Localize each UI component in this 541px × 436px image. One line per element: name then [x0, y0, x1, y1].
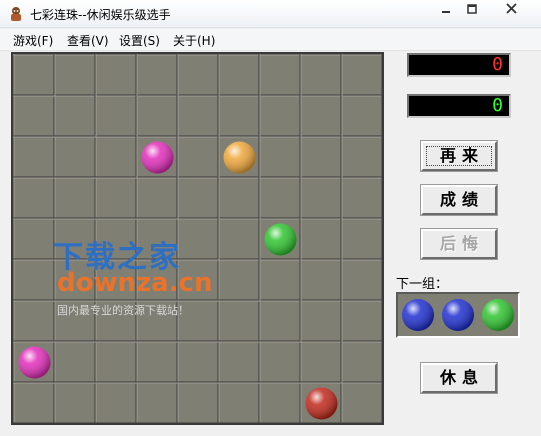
menu-game[interactable]: 游戏(F) [13, 32, 53, 49]
board-ball[interactable] [223, 141, 256, 174]
undo-button[interactable]: 后悔 [420, 228, 498, 260]
records-button[interactable]: 成绩 [420, 184, 498, 216]
rest-button[interactable]: 休息 [420, 362, 498, 394]
board-ball[interactable] [305, 387, 338, 420]
game-board[interactable]: 下载之家 downza.cn 国内最专业的资源下载站！ [11, 52, 384, 425]
next-group-box [396, 292, 520, 338]
score-display-1: 0 [407, 53, 511, 77]
menu-settings[interactable]: 设置(S) [119, 32, 160, 49]
board-ball[interactable] [141, 141, 174, 174]
board-ball[interactable] [264, 223, 297, 256]
close-button[interactable] [498, 2, 524, 20]
menu-view[interactable]: 查看(V) [67, 32, 109, 49]
maximize-button[interactable] [459, 2, 485, 20]
board-grid[interactable] [13, 54, 382, 423]
next-ball [402, 299, 434, 331]
minimize-button[interactable] [433, 2, 459, 20]
close-icon [505, 3, 517, 14]
next-ball [442, 299, 474, 331]
score-display-2: 0 [407, 94, 511, 118]
maximize-icon [467, 4, 477, 14]
restart-button[interactable]: 再来 [420, 140, 498, 172]
next-group-label: 下一组： [396, 277, 449, 292]
board-ball[interactable] [18, 346, 51, 379]
app-icon [11, 7, 21, 21]
next-ball [482, 299, 514, 331]
minimize-icon [442, 11, 450, 13]
window-title: 七彩连珠--休闲娱乐级选手 [30, 8, 171, 22]
menu-about[interactable]: 关于(H) [173, 32, 215, 49]
menu-bar: 游戏(F) 查看(V) 设置(S) 关于(H) [0, 29, 541, 51]
title-bar: 七彩连珠--休闲娱乐级选手 [0, 0, 541, 28]
